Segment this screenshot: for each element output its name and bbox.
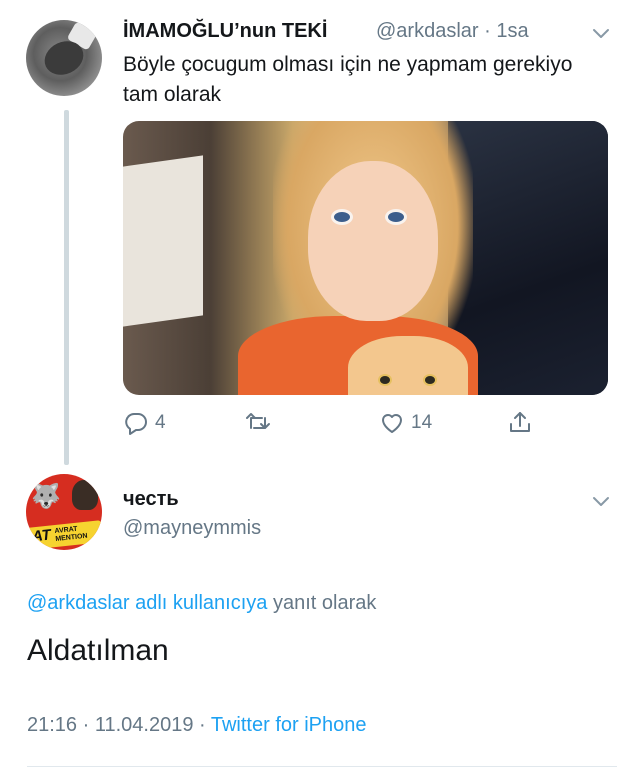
replying-to: @arkdaslar adlı kullanıcıya yanıt olarak <box>27 592 376 615</box>
reply-icon <box>125 413 147 435</box>
tweet-photo[interactable] <box>123 121 608 395</box>
like-button[interactable]: 14 <box>379 406 432 440</box>
chevron-down-icon[interactable] <box>592 492 610 510</box>
wolf-icon: 🐺 <box>31 483 61 510</box>
reply-count: 4 <box>155 412 166 433</box>
display-name[interactable]: честь <box>123 488 179 511</box>
chevron-down-icon[interactable] <box>592 24 610 42</box>
source-link[interactable]: Twitter for iPhone <box>211 714 367 736</box>
tweet-actions: 4 14 <box>123 406 608 440</box>
timestamp-text[interactable]: 21:16 · 11.04.2019 · <box>27 714 211 736</box>
heart-icon <box>382 414 402 433</box>
retweet-button[interactable] <box>245 406 277 440</box>
divider <box>27 766 617 767</box>
handle[interactable]: @arkdaslar <box>376 20 479 42</box>
thread-line <box>64 110 69 465</box>
avatar-badge-main: AT <box>31 526 52 546</box>
avatar[interactable]: 🐺 AT AVRAT MENTION <box>26 474 102 550</box>
share-icon <box>510 412 530 432</box>
display-name[interactable]: İMAMOĞLU’nun TEKİ <box>123 20 327 43</box>
avatar-badge-small: AVRAT MENTION <box>54 525 88 544</box>
replying-to-mention[interactable]: @arkdaslar adlı kullanıcıya <box>27 592 267 614</box>
reply-button[interactable]: 4 <box>123 406 166 440</box>
handle[interactable]: @mayneymmis <box>123 517 261 540</box>
like-count: 14 <box>411 412 433 433</box>
retweet-icon <box>246 413 270 429</box>
avatar-badge: AT AVRAT MENTION <box>27 520 102 550</box>
replying-to-suffix: yanıt olarak <box>267 592 377 614</box>
avatar[interactable] <box>26 20 102 96</box>
share-button[interactable] <box>507 406 533 440</box>
meta-separator: · <box>478 20 497 42</box>
tweet-meta[interactable]: @arkdaslar · 1sa <box>376 20 529 43</box>
tweet-timestamp: 21:16 · 11.04.2019 · Twitter for iPhone <box>27 714 366 737</box>
relative-time[interactable]: 1sa <box>496 20 528 42</box>
tweet-text: Aldatılman <box>27 634 169 667</box>
tweet-text: Böyle çocugum olması için ne yapmam gere… <box>123 53 573 106</box>
